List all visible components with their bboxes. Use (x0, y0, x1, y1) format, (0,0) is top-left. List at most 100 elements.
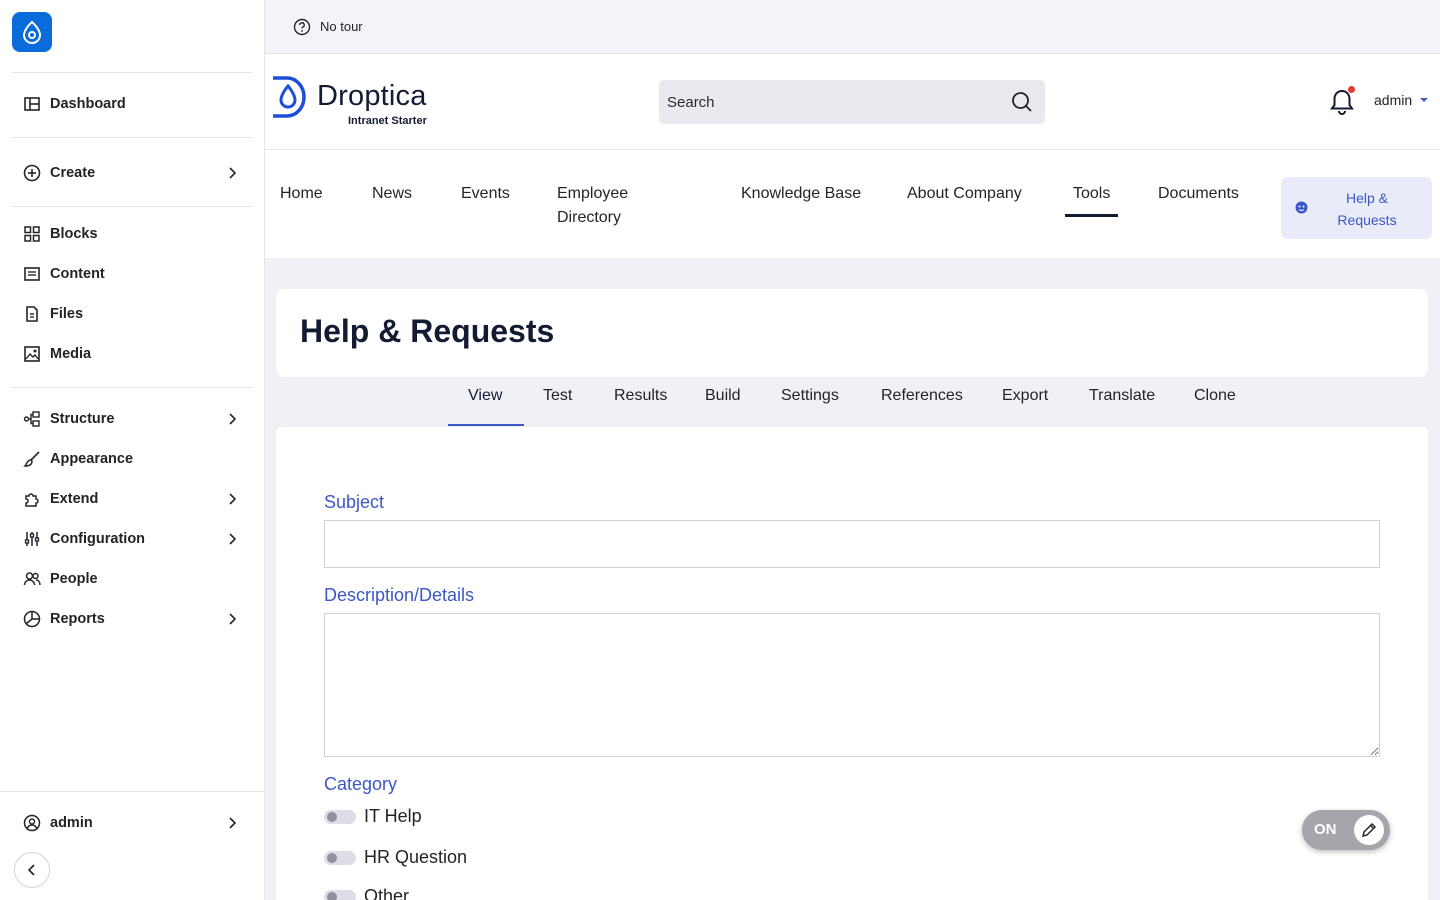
tab-references[interactable]: References (881, 387, 963, 405)
tab-build[interactable]: Build (705, 387, 741, 405)
drupal-logo[interactable] (12, 12, 52, 52)
sidebar-item-label: Content (50, 266, 105, 282)
tab-export[interactable]: Export (1002, 387, 1048, 405)
sliders-icon (22, 529, 42, 549)
category-option-hr-question[interactable]: HR Question (324, 847, 467, 868)
sidebar-divider (12, 387, 252, 388)
nav-events[interactable]: Events (461, 182, 510, 206)
sidebar-divider (12, 137, 252, 138)
tab-clone[interactable]: Clone (1194, 387, 1236, 405)
admin-toolbar: No tour (265, 0, 1440, 54)
sidebar-item-structure[interactable]: Structure (12, 399, 252, 439)
edit-mode-label: ON (1314, 821, 1337, 838)
sidebar-item-label: Blocks (50, 226, 98, 242)
structure-icon (22, 409, 42, 429)
nav-documents[interactable]: Documents (1158, 182, 1239, 206)
sidebar-user-account[interactable]: admin (12, 803, 252, 843)
tab-view[interactable]: View (468, 387, 502, 405)
tab-test[interactable]: Test (543, 387, 572, 405)
subject-label: Subject (324, 492, 385, 512)
help-face-icon (1295, 201, 1308, 214)
sidebar-item-appearance[interactable]: Appearance (12, 439, 252, 479)
brand-subtitle: Intranet Starter (348, 115, 427, 127)
edit-mode-toggle[interactable]: ON (1302, 810, 1390, 850)
sidebar-user-label: admin (50, 815, 93, 831)
sidebar-item-extend[interactable]: Extend (12, 479, 252, 519)
sidebar-item-label: Extend (50, 491, 99, 507)
sidebar-item-dashboard[interactable]: Dashboard (12, 84, 252, 124)
category-option-other[interactable]: Other (324, 886, 409, 900)
nav-news[interactable]: News (372, 182, 412, 206)
title-card: Help & Requests (276, 289, 1428, 377)
chevron-right-icon (229, 613, 237, 625)
sidebar-item-reports[interactable]: Reports (12, 599, 252, 639)
sidebar-item-content[interactable]: Content (12, 254, 252, 294)
search-input[interactable] (659, 80, 1045, 124)
page-title: Help & Requests (300, 313, 555, 349)
help-requests-label: Help & Requests (1337, 190, 1397, 228)
chevron-right-icon (229, 817, 237, 829)
subject-input[interactable] (324, 520, 1380, 568)
user-menu[interactable]: admin (1374, 92, 1429, 108)
sidebar-item-label: Configuration (50, 531, 146, 547)
drop-icon (22, 20, 42, 44)
main-navigation: Home News Events Employee Directory Know… (265, 150, 1440, 258)
tab-translate[interactable]: Translate (1089, 387, 1155, 405)
pencil-icon (1354, 815, 1384, 845)
sidebar-item-label: People (50, 571, 98, 587)
sidebar-item-label: Reports (50, 611, 105, 627)
sidebar-item-configuration[interactable]: Configuration (12, 519, 252, 559)
chevron-right-icon (229, 493, 237, 505)
description-label: Description/Details (324, 585, 475, 605)
sidebar-item-people[interactable]: People (12, 559, 252, 599)
category-label: Category (324, 774, 398, 794)
sidebar-item-files[interactable]: Files (12, 294, 252, 334)
people-icon (22, 569, 42, 589)
site-logo[interactable]: Droptica Intranet Starter (271, 76, 427, 127)
site-header: Droptica Intranet Starter admin (265, 54, 1440, 150)
admin-sidebar: Dashboard Create Blocks Content Files Me… (0, 0, 265, 900)
sidebar-divider (0, 791, 265, 792)
plus-circle-icon (22, 163, 42, 183)
chevron-right-icon (229, 533, 237, 545)
nav-knowledge-base[interactable]: Knowledge Base (741, 182, 861, 206)
sidebar-item-create[interactable]: Create (12, 153, 252, 193)
toggle-switch[interactable] (324, 889, 356, 900)
chart-pie-icon (22, 609, 42, 629)
search-icon[interactable] (1011, 91, 1033, 113)
chevron-right-icon (229, 413, 237, 425)
notification-dot (1348, 86, 1355, 93)
nav-about-company[interactable]: About Company (907, 182, 1022, 206)
option-label: HR Question (364, 847, 468, 867)
nav-home[interactable]: Home (280, 182, 323, 206)
sidebar-item-blocks[interactable]: Blocks (12, 214, 252, 254)
tour-button[interactable]: No tour (293, 18, 363, 36)
tab-settings[interactable]: Settings (781, 387, 839, 405)
puzzle-icon (22, 489, 42, 509)
notifications-button[interactable] (1329, 86, 1355, 116)
nav-employee-directory[interactable]: Employee Directory (557, 182, 677, 230)
help-circle-icon (293, 18, 311, 35)
blocks-icon (22, 224, 42, 244)
sidebar-item-label: Dashboard (50, 96, 126, 112)
brush-icon (22, 449, 42, 469)
media-icon (22, 344, 42, 364)
nav-tools[interactable]: Tools (1064, 182, 1119, 217)
sidebar-item-label: Files (50, 306, 84, 322)
sidebar-item-label: Media (50, 346, 92, 362)
description-textarea[interactable] (324, 613, 1380, 757)
category-option-it-help[interactable]: IT Help (324, 806, 422, 827)
toggle-switch[interactable] (324, 809, 356, 824)
toggle-switch[interactable] (324, 850, 356, 865)
user-circle-icon (22, 813, 42, 833)
content-icon (22, 264, 42, 284)
tab-results[interactable]: Results (614, 387, 667, 405)
search-box (659, 80, 1045, 124)
collapse-sidebar-button[interactable] (14, 852, 50, 888)
option-label: IT Help (364, 806, 422, 826)
help-requests-button[interactable]: Help & Requests (1281, 177, 1432, 239)
sidebar-item-label: Structure (50, 411, 115, 427)
sidebar-item-label: Appearance (50, 451, 134, 467)
sidebar-item-media[interactable]: Media (12, 334, 252, 374)
sidebar-divider (12, 72, 252, 73)
